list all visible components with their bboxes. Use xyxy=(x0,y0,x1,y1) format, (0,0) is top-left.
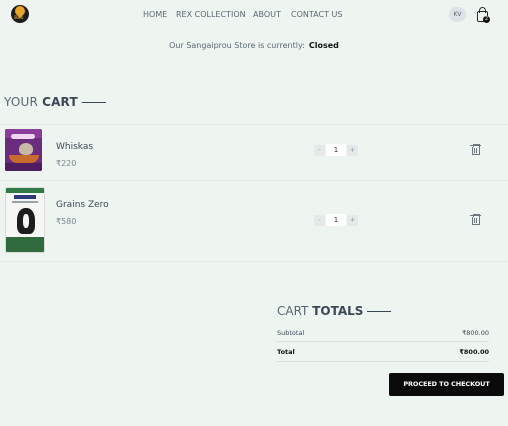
subtotal-row: Subtotal ₹800.00 xyxy=(277,329,489,337)
nav-rex-collection[interactable]: REX COLLECTION xyxy=(176,10,246,19)
cart-item-grains-zero: Grains Zero ₹580 - 1 + xyxy=(0,183,508,253)
item-name[interactable]: Grains Zero xyxy=(56,200,109,210)
total-row: Total ₹800.00 xyxy=(277,348,489,356)
total-value: ₹800.00 xyxy=(459,348,489,356)
cart-heading-light: YOUR xyxy=(4,95,39,109)
decrease-qty-button[interactable]: - xyxy=(314,145,325,156)
quantity-stepper: - 1 + xyxy=(314,144,358,156)
divider xyxy=(0,261,508,262)
proceed-to-checkout-button[interactable]: PROCEED TO CHECKOUT xyxy=(389,373,504,396)
cart-item-whiskas: Whiskas ₹220 - 1 + xyxy=(0,125,508,185)
nav-contact-us[interactable]: CONTACT US xyxy=(291,10,342,19)
decrease-qty-button[interactable]: - xyxy=(314,215,325,226)
increase-qty-button[interactable]: + xyxy=(347,215,358,226)
item-price: ₹580 xyxy=(56,217,77,226)
top-header: Rex HOME REX COLLECTION ABOUT CONTACT US… xyxy=(0,0,508,30)
product-image-grains-zero[interactable] xyxy=(5,187,45,253)
user-avatar[interactable]: KV xyxy=(449,7,466,22)
store-status: Our Sangaiprou Store is currently: Closed xyxy=(0,41,508,50)
nav-about[interactable]: ABOUT xyxy=(253,10,281,19)
cart-heading-bold: CART xyxy=(42,95,78,109)
item-price: ₹220 xyxy=(56,159,77,168)
quantity-input[interactable]: 1 xyxy=(326,214,346,226)
divider xyxy=(277,361,489,362)
cart-bag-icon[interactable]: 2 xyxy=(476,6,490,23)
store-status-value: Closed xyxy=(308,41,339,50)
main-nav: HOME REX COLLECTION ABOUT CONTACT US xyxy=(0,10,508,20)
nav-home[interactable]: HOME xyxy=(143,10,167,19)
quantity-stepper: - 1 + xyxy=(314,214,358,226)
cart-count-badge: 2 xyxy=(483,16,490,23)
item-name[interactable]: Whiskas xyxy=(56,142,93,152)
cart-totals-heading: CART TOTALS xyxy=(277,304,392,318)
store-status-label: Our Sangaiprou Store is currently: xyxy=(169,41,305,50)
quantity-input[interactable]: 1 xyxy=(326,144,346,156)
divider xyxy=(0,180,508,181)
total-label: Total xyxy=(277,348,295,356)
cart-totals-heading-bold: TOTALS xyxy=(312,304,364,318)
product-image-whiskas[interactable] xyxy=(5,129,42,171)
cart-totals-heading-light: CART xyxy=(277,304,309,318)
divider xyxy=(277,341,489,342)
trash-icon[interactable] xyxy=(470,214,481,226)
increase-qty-button[interactable]: + xyxy=(347,145,358,156)
cart-heading: YOUR CART xyxy=(4,95,106,109)
subtotal-label: Subtotal xyxy=(277,329,305,337)
trash-icon[interactable] xyxy=(470,144,481,156)
subtotal-value: ₹800.00 xyxy=(462,329,489,337)
